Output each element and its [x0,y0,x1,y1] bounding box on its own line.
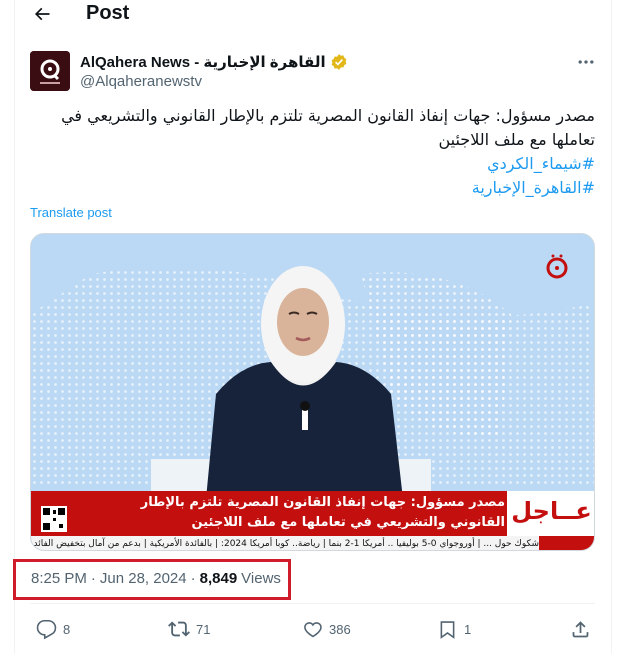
author-display-name[interactable]: AlQahera News - القاهرة الإخبارية [80,53,326,71]
bookmark-icon [440,620,455,639]
more-options-button[interactable] [574,50,598,74]
separator-dot: · [90,570,96,587]
avatar[interactable] [30,51,70,91]
verified-badge-icon [331,54,346,70]
breaking-label: عــاجل [511,497,592,525]
post-header: Post [0,0,634,30]
heart-icon [304,621,322,637]
alqahera-logo-icon [30,51,70,91]
share-icon [572,620,589,637]
reply-count: 8 [63,621,71,637]
reply-icon [36,619,57,639]
column-border-left [14,0,15,654]
more-icon [578,60,594,64]
lower-ticker-text: شكوك حول ... | أوروجواي 0-5 بوليفيا .. أ… [31,539,539,549]
arrow-left-icon [34,7,50,21]
bookmark-count: 1 [464,621,472,637]
translate-post-link[interactable]: Translate post [30,205,112,220]
column-border-right [611,0,612,654]
hashtag-link[interactable]: #شيماء_الكردي [487,152,595,176]
separator-dot: · [190,570,196,587]
back-button[interactable] [28,0,56,28]
repost-button[interactable]: 71 [168,618,210,640]
bookmark-button[interactable]: 1 [437,618,471,640]
author-handle[interactable]: @Alqaheranewstv [80,73,202,90]
divider [30,603,595,604]
views-count: 8,849 [199,570,238,587]
tweet-text: مصدر مسؤول: جهات إنفاذ القانون المصرية ت… [61,106,595,149]
share-button[interactable] [570,618,591,640]
qr-code-icon [41,506,67,532]
reply-button[interactable]: 8 [36,618,70,640]
post-timestamp-row: 8:25 PM · Jun 28, 2024 · 8,849 Views [31,570,281,587]
post-date[interactable]: Jun 28, 2024 [100,570,187,587]
repost-count: 71 [196,621,211,637]
post-media-image[interactable]: مصدر مسؤول: جهات إنفاذ القانون المصرية ت… [30,233,595,551]
page-title: Post [86,2,130,24]
author-name-row[interactable]: AlQahera News - القاهرة الإخبارية [80,52,348,72]
post-time[interactable]: 8:25 PM [31,570,87,587]
breaking-label-box: عــاجل [507,491,594,538]
like-count: 386 [329,621,351,637]
views-label: Views [241,570,281,587]
hashtag-link[interactable]: #القاهرة_الإخبارية [472,176,595,200]
ticker-headline: مصدر مسؤول: جهات إنفاذ القانون المصرية ت… [140,495,505,530]
repost-icon [168,621,190,637]
lower-ticker-badge [539,536,594,550]
like-button[interactable]: 386 [302,618,351,640]
